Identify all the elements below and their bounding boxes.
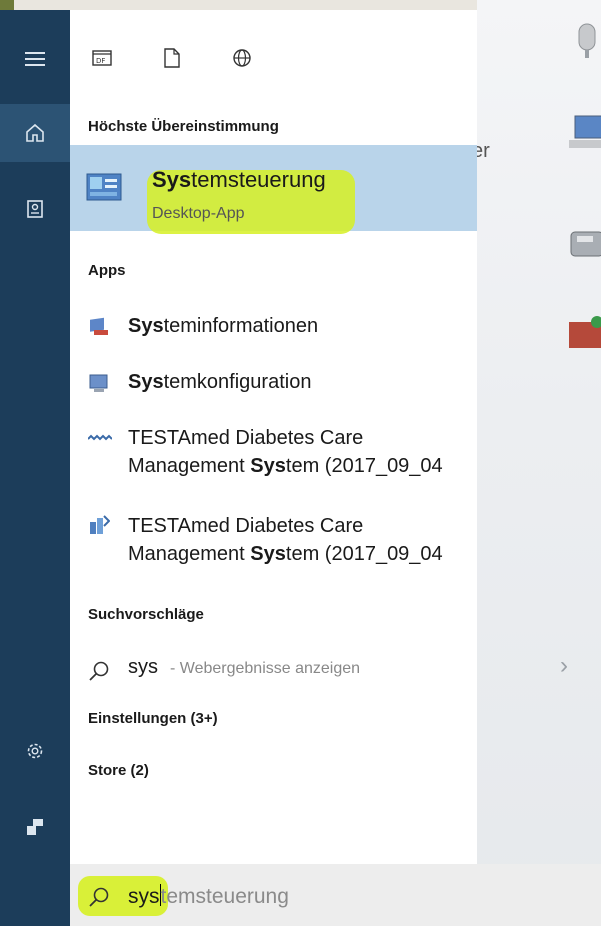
suggestion-query: sys bbox=[128, 656, 158, 678]
app-item-testamed-2[interactable]: TESTAmed Diabetes Care Management System… bbox=[70, 510, 477, 576]
system-info-icon bbox=[90, 317, 108, 335]
rest-text: temkonfiguration bbox=[163, 371, 312, 393]
settings-button[interactable] bbox=[0, 722, 70, 780]
app-item-line2: Management System (2017_09_04 bbox=[128, 452, 443, 480]
search-typed-text: sys bbox=[128, 885, 160, 908]
testamed-icon bbox=[88, 434, 112, 441]
hamburger-menu-button[interactable] bbox=[0, 30, 70, 88]
svg-text:DF: DF bbox=[96, 57, 105, 65]
match-text: Sys bbox=[250, 543, 286, 565]
rest-text: teminformationen bbox=[163, 315, 319, 337]
app-item-label: TESTAmed Diabetes Care Management System… bbox=[128, 512, 443, 568]
match-text: Sys bbox=[250, 455, 286, 477]
app-item-label: Systemkonfiguration bbox=[128, 368, 311, 396]
web-suggestion-item[interactable]: sys - Webergebnisse anzeigen bbox=[70, 652, 477, 688]
desktop-background bbox=[477, 0, 601, 926]
document-app-icon: DF bbox=[92, 50, 112, 66]
control-panel-icon bbox=[86, 173, 122, 208]
settings-header[interactable]: Einstellungen (3+) bbox=[88, 710, 218, 727]
feedback-icon bbox=[27, 819, 43, 835]
app-item-line1: TESTAmed Diabetes Care bbox=[128, 515, 364, 537]
blank-document-icon bbox=[164, 48, 180, 68]
home-icon bbox=[26, 123, 44, 142]
microphone-desktop-icon[interactable] bbox=[567, 22, 601, 62]
search-autocomplete-text: temsteuerung bbox=[160, 885, 289, 908]
start-rail bbox=[0, 10, 70, 926]
match-text: Sys bbox=[128, 371, 164, 393]
search-box[interactable]: systemsteuerung bbox=[70, 864, 601, 926]
suggestion-suffix: - Webergebnisse anzeigen bbox=[170, 660, 361, 677]
app-item-systemkonfiguration[interactable]: Systemkonfiguration bbox=[70, 366, 477, 402]
filter-bar: DF bbox=[70, 30, 477, 78]
filter-documents-button[interactable] bbox=[156, 42, 188, 74]
home-button[interactable] bbox=[0, 104, 70, 162]
app-item-systeminformationen[interactable]: Systeminformationen bbox=[70, 310, 477, 346]
search-input[interactable]: systemsteuerung bbox=[128, 884, 289, 909]
apps-header: Apps bbox=[88, 262, 126, 279]
fax-desktop-icon[interactable] bbox=[567, 222, 601, 262]
line2-pre: Management bbox=[128, 455, 251, 477]
computer-desktop-icon[interactable] bbox=[567, 112, 601, 152]
gear-icon bbox=[27, 743, 43, 759]
app-item-testamed-1[interactable]: TESTAmed Diabetes Care Management System… bbox=[70, 422, 477, 488]
line2-post: tem (2017_09_04 bbox=[285, 543, 443, 565]
notebook-button[interactable] bbox=[0, 180, 70, 238]
best-match-title-match: Sys bbox=[152, 167, 192, 192]
system-config-icon bbox=[89, 374, 108, 392]
chevron-right-icon[interactable]: › bbox=[560, 652, 568, 680]
top-edge bbox=[0, 0, 477, 10]
feedback-button[interactable] bbox=[0, 798, 70, 856]
app-item-line1: TESTAmed Diabetes Care bbox=[128, 427, 364, 449]
top-corner bbox=[0, 0, 14, 10]
best-match-subtitle: Desktop-App bbox=[152, 205, 245, 222]
search-icon bbox=[89, 661, 109, 681]
globe-icon bbox=[233, 49, 251, 67]
suggestions-header: Suchvorschläge bbox=[88, 606, 204, 623]
match-text: Sys bbox=[128, 315, 164, 337]
best-match-title-rest: temsteuerung bbox=[191, 167, 326, 192]
hamburger-icon bbox=[25, 52, 45, 66]
app-item-label: Systeminformationen bbox=[128, 312, 318, 340]
app-item-line2: Management System (2017_09_04 bbox=[128, 540, 443, 568]
line2-post: tem (2017_09_04 bbox=[285, 455, 443, 477]
best-match-title: Systemsteuerung bbox=[152, 167, 326, 193]
line2-pre: Management bbox=[128, 543, 251, 565]
filter-web-button[interactable] bbox=[226, 42, 258, 74]
filter-apps-button[interactable]: DF bbox=[86, 42, 118, 74]
testamed-installer-icon bbox=[90, 515, 110, 534]
search-icon bbox=[89, 887, 109, 907]
search-results-panel: DF Höchste Übereinstimmung Systemsteueru… bbox=[70, 10, 477, 926]
store-header[interactable]: Store (2) bbox=[88, 762, 149, 779]
best-match-header: Höchste Übereinstimmung bbox=[88, 118, 279, 135]
notebook-icon bbox=[27, 200, 43, 218]
firewall-desktop-icon[interactable] bbox=[567, 312, 601, 352]
app-item-label: TESTAmed Diabetes Care Management System… bbox=[128, 424, 443, 480]
